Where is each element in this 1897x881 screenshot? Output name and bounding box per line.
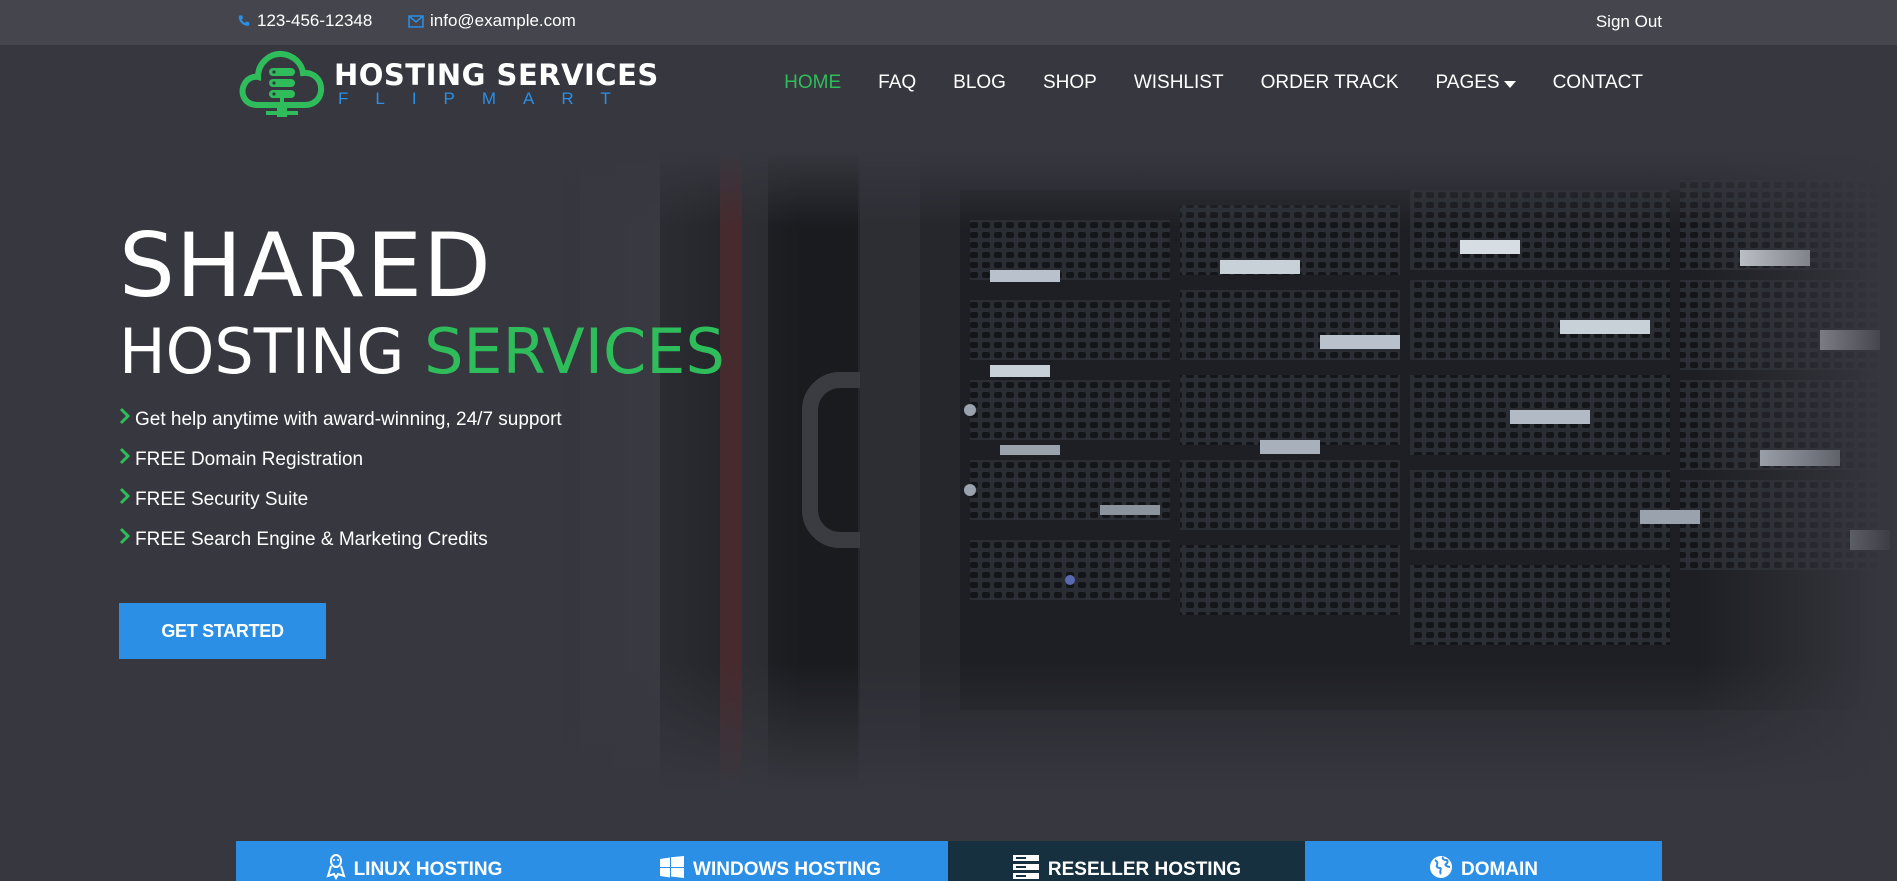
caret-down-icon — [1503, 80, 1516, 88]
nav-blog-label: BLOG — [953, 72, 1006, 93]
feature-text: FREE Security Suite — [135, 489, 309, 510]
tab-label: RESELLER HOSTING — [1047, 859, 1242, 880]
phone-icon — [237, 14, 251, 28]
globe-icon — [1429, 855, 1453, 881]
nav-order-track[interactable]: ORDER TRACK — [1261, 72, 1399, 94]
tab-label: DOMAIN — [1460, 859, 1539, 880]
email-address: info@example.com — [430, 11, 576, 30]
nav-pages-dropdown[interactable]: PAGES — [1436, 72, 1516, 94]
cloud-server-icon — [236, 45, 326, 128]
email-contact[interactable]: info@example.com — [408, 11, 576, 31]
list-item: FREE Domain Registration — [119, 440, 725, 480]
hosting-tabs: LINUX HOSTING WINDOWS HOSTING RESELLER H… — [236, 841, 1662, 881]
get-started-button[interactable]: GET STARTED — [119, 603, 326, 659]
site-logo[interactable]: HOSTING SERVICES FLIPMART — [236, 45, 659, 128]
chevron-right-icon — [119, 400, 131, 440]
feature-text: Get help anytime with award-winning, 24/… — [135, 409, 562, 430]
envelope-icon — [408, 14, 424, 28]
nav-blog[interactable]: BLOG — [953, 72, 1006, 94]
phone-number: 123-456-12348 — [257, 11, 373, 30]
nav-home[interactable]: HOME — [784, 72, 841, 94]
server-icon — [1012, 854, 1040, 881]
linux-icon — [326, 854, 346, 881]
tab-label: WINDOWS HOSTING — [693, 859, 881, 880]
nav-faq[interactable]: FAQ — [878, 72, 916, 94]
sign-out-link[interactable]: Sign Out — [1596, 12, 1662, 32]
chevron-right-icon — [119, 480, 131, 520]
feature-list: Get help anytime with award-winning, 24/… — [119, 400, 725, 560]
nav-faq-label: FAQ — [878, 72, 917, 93]
hero-title-hosting-services: HOSTING SERVICES — [119, 314, 725, 390]
brand-name: HOSTING SERVICES — [334, 57, 659, 92]
hero-title-hosting: HOSTING — [119, 315, 405, 388]
tab-label: LINUX HOSTING — [353, 859, 503, 880]
brand-subname: FLIPMART — [338, 88, 638, 108]
nav-order-track-label: ORDER TRACK — [1260, 72, 1399, 93]
feature-text: FREE Domain Registration — [135, 449, 364, 470]
nav-shop-label: SHOP — [1042, 72, 1097, 93]
tab-reseller-hosting[interactable]: RESELLER HOSTING — [948, 841, 1305, 881]
hero-title-shared: SHARED — [119, 214, 492, 317]
tab-windows-hosting[interactable]: WINDOWS HOSTING — [592, 841, 948, 881]
chevron-right-icon — [119, 440, 131, 480]
nav-wishlist[interactable]: WISHLIST — [1134, 72, 1224, 94]
phone-contact[interactable]: 123-456-12348 — [237, 11, 372, 31]
tab-linux-hosting[interactable]: LINUX HOSTING — [236, 841, 592, 881]
nav-wishlist-label: WISHLIST — [1133, 72, 1224, 93]
brand-text: HOSTING SERVICES FLIPMART — [334, 60, 659, 108]
tab-domain[interactable]: DOMAIN — [1305, 841, 1662, 881]
top-bar: 123-456-12348 info@example.com Sign Out — [0, 0, 1897, 45]
site-header: HOSTING SERVICES FLIPMART HOME FAQ BLOG … — [0, 45, 1897, 125]
list-item: Get help anytime with award-winning, 24/… — [119, 400, 725, 440]
nav-contact[interactable]: CONTACT — [1553, 72, 1643, 94]
main-nav: HOME FAQ BLOG SHOP WISHLIST ORDER TRACK … — [747, 72, 1643, 94]
nav-home-label: HOME — [784, 72, 842, 93]
windows-icon — [659, 856, 685, 881]
nav-pages-label: PAGES — [1435, 72, 1500, 93]
feature-text: FREE Search Engine & Marketing Credits — [135, 529, 488, 550]
list-item: FREE Search Engine & Marketing Credits — [119, 520, 725, 560]
hero-server-image — [560, 150, 1897, 790]
hero-content: SHARED HOSTING SERVICES Get help anytime… — [119, 218, 725, 560]
nav-contact-label: CONTACT — [1552, 72, 1643, 93]
hero-title-services: SERVICES — [424, 315, 725, 388]
nav-shop[interactable]: SHOP — [1043, 72, 1097, 94]
chevron-right-icon — [119, 520, 131, 560]
list-item: FREE Security Suite — [119, 480, 725, 520]
